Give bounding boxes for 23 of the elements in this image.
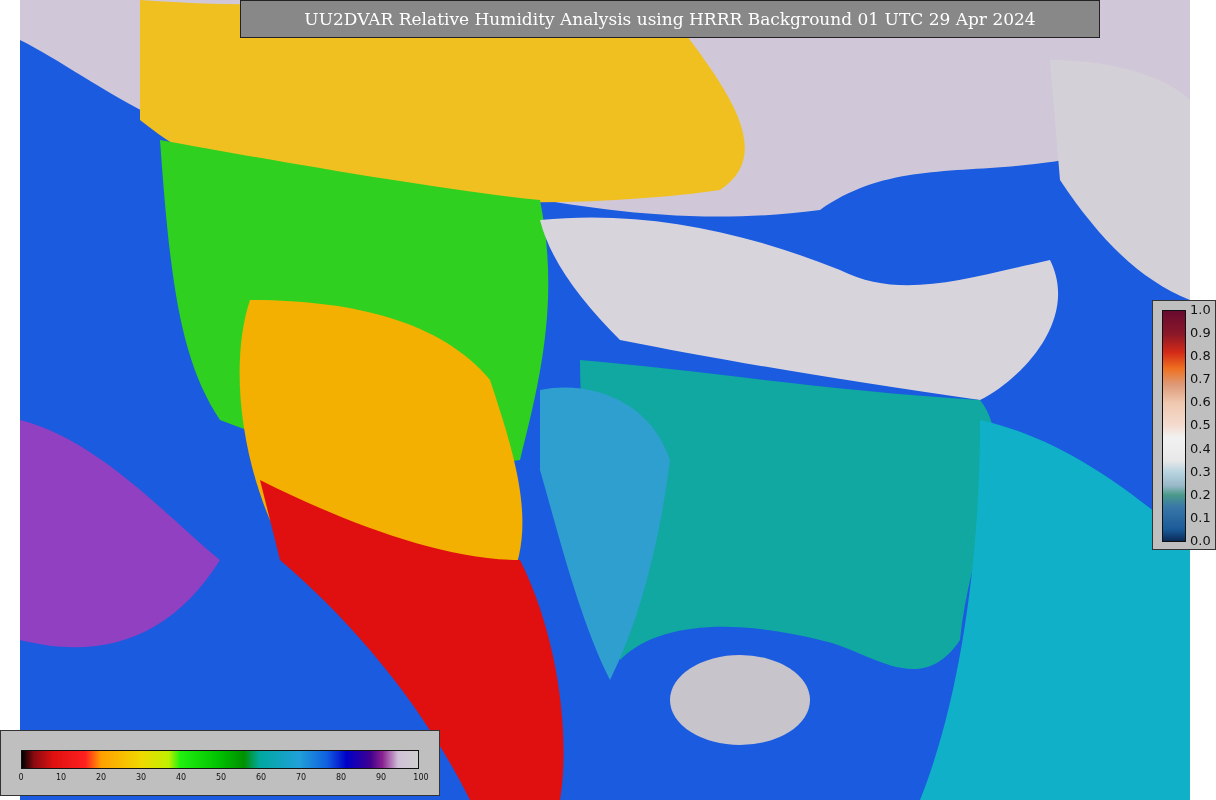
tick-label: 30 bbox=[134, 773, 148, 782]
tick-label: 20 bbox=[94, 773, 108, 782]
tick-label: 90 bbox=[374, 773, 388, 782]
tick-label: 50 bbox=[214, 773, 228, 782]
tick-label: 0.2 bbox=[1190, 485, 1211, 504]
tick-label: 0.5 bbox=[1190, 416, 1211, 435]
tick-label: 10 bbox=[54, 773, 68, 782]
tick-label: 1.0 bbox=[1190, 301, 1211, 319]
tick-label: 0.6 bbox=[1190, 393, 1211, 412]
tick-label: 0 bbox=[17, 773, 25, 782]
tick-label: 70 bbox=[294, 773, 308, 782]
tick-label: 60 bbox=[254, 773, 268, 782]
tick-label: 0.4 bbox=[1190, 439, 1211, 458]
tick-label: 0.9 bbox=[1190, 324, 1211, 343]
tick-label: 80 bbox=[334, 773, 348, 782]
tick-label: 0.3 bbox=[1190, 462, 1211, 481]
tick-label: 40 bbox=[174, 773, 188, 782]
map-title: UU2DVAR Relative Humidity Analysis using HRRR Background 01 UTC 29 Apr 2024 bbox=[240, 0, 1100, 38]
tick-label: 0.7 bbox=[1190, 370, 1211, 389]
tick-label: 100 bbox=[412, 773, 430, 782]
tick-label: 0.0 bbox=[1190, 531, 1211, 550]
tick-label: 0.8 bbox=[1190, 347, 1211, 366]
tick-label: 0.1 bbox=[1190, 508, 1211, 527]
